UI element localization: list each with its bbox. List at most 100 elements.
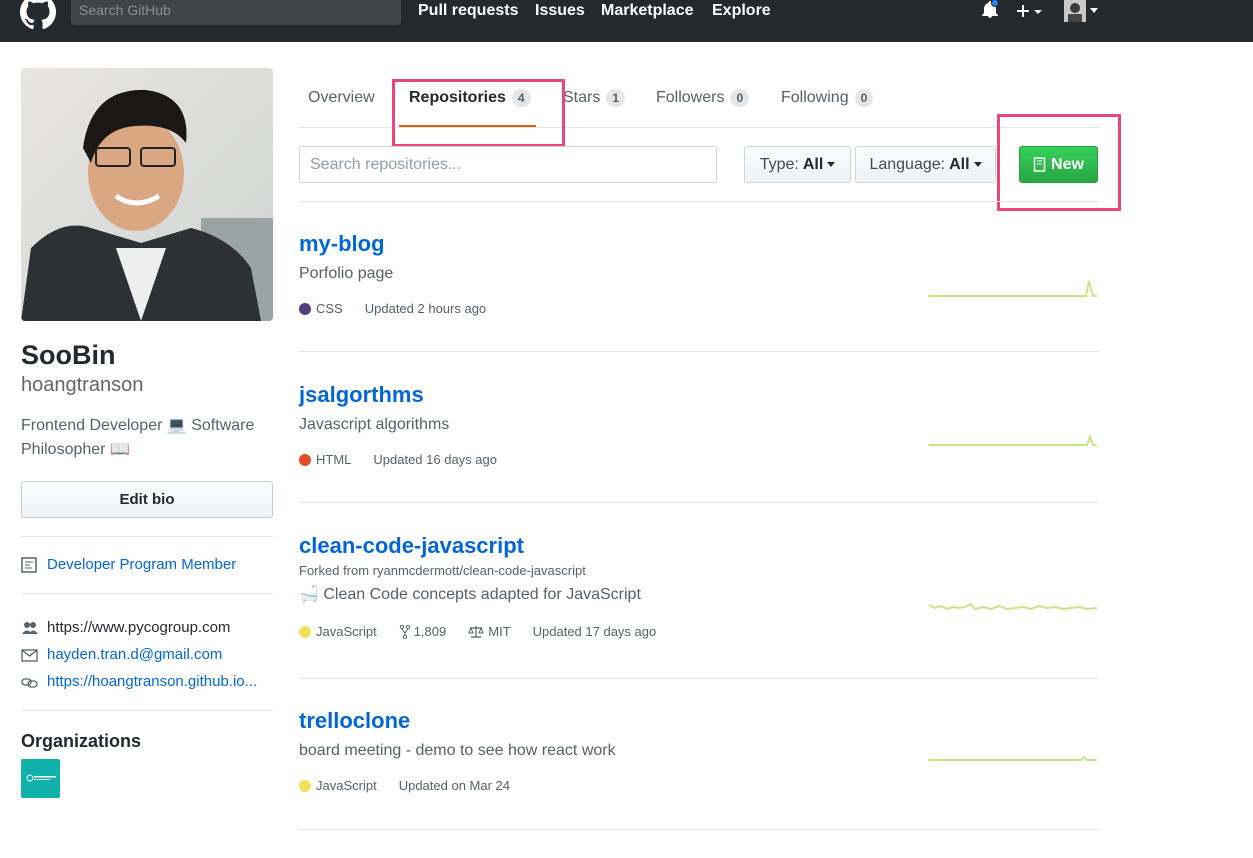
type-filter-label: Type: <box>759 155 799 173</box>
language-filter-select[interactable]: Language: All <box>855 146 996 183</box>
repo-language: CSS <box>299 301 343 316</box>
tab-count: 1 <box>606 89 626 107</box>
profile-website[interactable]: https://hoangtranson.github.io... <box>21 673 257 690</box>
repo-name-link[interactable]: trelloclone <box>299 708 1099 734</box>
tab-label: Overview <box>308 89 375 106</box>
plus-dropdown-icon[interactable] <box>1016 4 1046 20</box>
chevron-down-icon <box>827 162 836 167</box>
repo-item: trelloclone board meeting - demo to see … <box>299 708 1099 793</box>
repo-divider <box>299 678 1099 679</box>
organization-logo[interactable] <box>21 759 60 798</box>
repo-name-link[interactable]: clean-code-javascript <box>299 533 1099 559</box>
divider <box>21 710 273 711</box>
activity-sparkline <box>929 602 1097 611</box>
repo-meta: HTML Updated 16 days ago <box>299 452 1099 467</box>
repo-divider <box>299 829 1099 830</box>
tab-count: 0 <box>730 89 750 107</box>
repo-item: clean-code-javascript Forked from ryanmc… <box>299 533 1099 639</box>
global-search-input[interactable]: Search GitHub <box>71 0 401 25</box>
repo-name-link[interactable]: my-blog <box>299 231 1099 257</box>
repo-meta: JavaScript 1,809 MIT Updated 17 days ago <box>299 624 1099 639</box>
repo-meta: JavaScript Updated on Mar 24 <box>299 778 1099 793</box>
nav-marketplace[interactable]: Marketplace <box>601 2 694 20</box>
developer-program-badge[interactable]: Developer Program Member <box>21 556 236 573</box>
nav-pull-requests[interactable]: Pull requests <box>418 2 518 20</box>
profile-avatar[interactable] <box>21 68 273 321</box>
activity-sparkline <box>929 755 1097 761</box>
tab-label: Followers <box>656 89 725 106</box>
top-nav: Search GitHub Pull requests Issues Marke… <box>0 0 1253 42</box>
tab-stars[interactable]: Stars 1 <box>563 89 626 107</box>
website-link[interactable]: https://hoangtranson.github.io... <box>47 673 257 690</box>
repo-updated: Updated on Mar 24 <box>398 778 510 793</box>
profile-username: hoangtranson <box>21 374 144 396</box>
company-text: https://www.pycogroup.com <box>47 619 231 636</box>
license-name: MIT <box>488 624 511 639</box>
activity-sparkline <box>929 280 1097 297</box>
divider <box>21 593 273 594</box>
tab-overview[interactable]: Overview <box>308 89 375 107</box>
language-filter-value: All <box>949 155 970 173</box>
repo-search-input[interactable] <box>299 146 717 183</box>
repo-updated: Updated 2 hours ago <box>364 301 487 316</box>
github-logo-icon[interactable] <box>20 0 56 30</box>
repo-language: JavaScript <box>299 778 377 793</box>
tab-label: Following <box>781 89 849 106</box>
tab-label: Stars <box>563 89 601 106</box>
fork-icon <box>399 624 410 639</box>
people-icon <box>22 621 38 634</box>
repo-name-link[interactable]: jsalgorthms <box>299 382 1099 408</box>
bio-line-2: Philosopher 📖 <box>21 441 130 458</box>
repo-updated: Updated 17 days ago <box>532 624 657 639</box>
nav-issues[interactable]: Issues <box>535 2 585 20</box>
repo-meta: CSS Updated 2 hours ago <box>299 301 1099 316</box>
annotation-highlight-new <box>997 114 1121 211</box>
language-name: JavaScript <box>316 778 377 793</box>
badge-icon <box>21 556 37 573</box>
language-color-dot <box>299 625 311 638</box>
profile-bio: Frontend Developer 💻 Software Philosophe… <box>21 414 281 462</box>
edit-bio-button[interactable]: Edit bio <box>21 481 273 518</box>
language-color-dot <box>299 302 311 315</box>
language-filter-label: Language: <box>869 155 946 173</box>
repo-language: HTML <box>299 452 351 467</box>
bell-icon[interactable] <box>981 0 999 20</box>
link-icon <box>21 677 38 688</box>
profile-email[interactable]: hayden.tran.d@gmail.com <box>21 646 222 663</box>
developer-program-link[interactable]: Developer Program Member <box>47 556 236 573</box>
type-filter-select[interactable]: Type: All <box>744 146 851 183</box>
repo-item: jsalgorthms Javascript algorithms HTML U… <box>299 382 1099 467</box>
repo-forked-from: Forked from ryanmcdermott/clean-code-jav… <box>299 563 586 578</box>
nav-explore[interactable]: Explore <box>712 2 771 20</box>
repo-item: my-blog Porfolio page CSS Updated 2 hour… <box>299 231 1099 316</box>
fork-count: 1,809 <box>413 624 447 639</box>
user-avatar-icon[interactable] <box>1064 0 1086 22</box>
avatar-caret-icon[interactable] <box>1089 8 1099 14</box>
email-link[interactable]: hayden.tran.d@gmail.com <box>47 646 222 663</box>
repo-divider <box>299 502 1099 503</box>
language-name: CSS <box>316 301 343 316</box>
mail-icon <box>21 648 38 662</box>
divider <box>21 536 273 537</box>
repo-language: JavaScript <box>299 624 377 639</box>
tab-followers[interactable]: Followers 0 <box>656 89 750 107</box>
type-filter-value: All <box>802 155 824 173</box>
law-icon <box>468 626 484 638</box>
organizations-heading: Organizations <box>21 731 142 751</box>
language-name: HTML <box>316 452 352 467</box>
language-name: JavaScript <box>316 624 377 639</box>
repo-divider <box>299 351 1099 352</box>
repo-updated: Updated 16 days ago <box>373 452 497 467</box>
repo-forks[interactable]: 1,809 <box>399 624 447 639</box>
language-color-dot <box>299 453 311 466</box>
tab-following[interactable]: Following 0 <box>781 89 874 107</box>
filter-divider <box>299 201 1099 202</box>
activity-sparkline <box>929 434 1097 446</box>
tab-count: 0 <box>854 89 874 107</box>
language-color-dot <box>299 779 311 792</box>
profile-full-name: SooBin <box>21 340 116 370</box>
profile-company: https://www.pycogroup.com <box>21 619 230 636</box>
chevron-down-icon <box>973 162 982 167</box>
annotation-highlight-repositories <box>392 79 565 147</box>
bio-line-1: Frontend Developer 💻 Software <box>21 417 255 434</box>
